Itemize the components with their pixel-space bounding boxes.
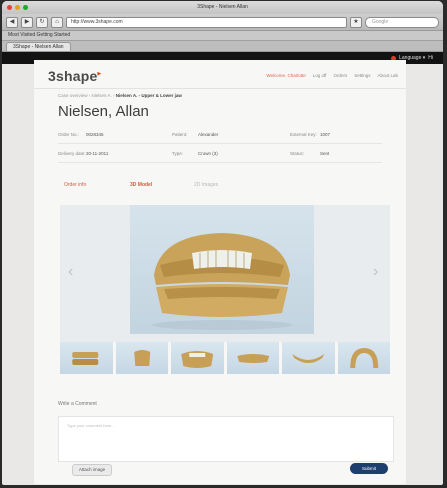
- search-input[interactable]: Google: [365, 16, 439, 28]
- nav-welcome[interactable]: Welcome, Charlotte: [266, 73, 305, 78]
- order-no-value: 0028345: [86, 132, 104, 137]
- thumbnail[interactable]: [115, 342, 168, 374]
- breadcrumb-path[interactable]: Case overview › Nielsen A. ›: [58, 93, 115, 98]
- nav-about[interactable]: About Lab: [377, 73, 398, 78]
- bookmark-icon[interactable]: ★: [350, 16, 362, 28]
- jaw-thumbnail-icon: [133, 350, 150, 366]
- chevron-right-icon[interactable]: ›: [373, 263, 378, 281]
- chevron-left-icon[interactable]: ‹: [68, 263, 73, 281]
- jaw-thumbnail-icon: [349, 348, 378, 368]
- tab-order-info[interactable]: Order info: [64, 182, 86, 188]
- comment-placeholder: Type your comment here...: [67, 423, 115, 428]
- thumbnail[interactable]: [226, 342, 279, 374]
- browser-toolbar: ◀ ▶ ↻ ⌂ http://www.3shape.com ★ Google: [2, 14, 443, 31]
- divider: [58, 143, 382, 144]
- home-icon[interactable]: ⌂: [51, 16, 63, 28]
- back-arrow-icon[interactable]: ◀: [6, 16, 18, 28]
- patient-name: Nielsen, Allan: [58, 103, 149, 120]
- thumbnail[interactable]: [337, 342, 390, 374]
- type-value: Crown (3): [198, 151, 218, 156]
- jaw-model-icon: [152, 233, 292, 330]
- attach-image-button[interactable]: Attach image: [72, 464, 112, 476]
- patient-label: Patient:: [172, 132, 188, 137]
- zoom-button[interactable]: [23, 5, 28, 10]
- page-content: 3shape▸ Welcome, Charlotte Log off Order…: [34, 60, 406, 484]
- thumbnail[interactable]: [60, 342, 113, 374]
- close-button[interactable]: [7, 5, 12, 10]
- nav-logoff[interactable]: Log off: [313, 73, 327, 78]
- logo-mark: ▸: [97, 70, 102, 78]
- browser-tabs: 3Shape - Nielsen Allan: [2, 41, 443, 52]
- breadcrumb-current: Nielsen A. - Upper & Lower jaw: [115, 93, 182, 98]
- tab-3d-model[interactable]: 3D Model: [130, 182, 152, 188]
- divider: [58, 162, 382, 163]
- comment-textarea[interactable]: Type your comment here...: [58, 416, 394, 462]
- delivery-value: 20-11-2011: [86, 151, 109, 156]
- model-viewer[interactable]: ‹ ›: [60, 205, 390, 342]
- browser-tab[interactable]: 3Shape - Nielsen Allan: [6, 42, 71, 51]
- ext-id-value: 1007: [320, 132, 331, 137]
- delivery-label: Delivery date:: [58, 151, 86, 156]
- minimize-button[interactable]: [15, 5, 20, 10]
- status-label: Status:: [290, 151, 305, 156]
- nav-settings[interactable]: Settings: [354, 73, 370, 78]
- url-input[interactable]: http://www.3shape.com: [66, 16, 347, 28]
- reload-icon[interactable]: ↻: [36, 16, 48, 28]
- jaw-thumbnail-icon: [292, 354, 325, 363]
- nav-orders[interactable]: Orders: [333, 73, 347, 78]
- jaw-thumbnail-icon: [236, 354, 269, 363]
- window-title: 3Shape - Nielsen Allan: [197, 4, 248, 10]
- logo[interactable]: 3shape▸: [48, 68, 101, 84]
- logo-text: 3shape: [48, 68, 98, 84]
- breadcrumb: Case overview › Nielsen A. › Nielsen A. …: [58, 93, 182, 98]
- thumbnail[interactable]: [282, 342, 335, 374]
- site-header: 3shape▸ Welcome, Charlotte Log off Order…: [34, 60, 406, 89]
- jaw-thumbnail-icon: [181, 351, 214, 368]
- status-value: Sent: [320, 151, 330, 156]
- type-label: Type:: [172, 151, 184, 156]
- thumbnail-strip: [60, 342, 390, 374]
- window-titlebar: 3Shape - Nielsen Allan: [2, 1, 443, 14]
- bookmarks-bar[interactable]: Most Visited Getting Started: [2, 31, 443, 41]
- thumbnail[interactable]: [171, 342, 224, 374]
- header-nav: Welcome, Charlotte Log off Orders Settin…: [266, 73, 398, 78]
- patient-value: Alexander: [198, 132, 219, 137]
- submit-button[interactable]: Submit: [350, 463, 388, 474]
- ext-id-label: External Key:: [290, 132, 317, 137]
- forward-arrow-icon[interactable]: ▶: [21, 16, 33, 28]
- order-no-label: Order No.:: [58, 132, 80, 137]
- appbar-extra[interactable]: Hi: [428, 55, 433, 61]
- comment-heading: Write a Comment: [58, 401, 97, 407]
- jaw-thumbnail-icon: [72, 352, 99, 365]
- tab-2d-images[interactable]: 2D Images: [194, 182, 218, 188]
- dental-model-image[interactable]: [130, 205, 314, 334]
- window-controls: [7, 5, 28, 10]
